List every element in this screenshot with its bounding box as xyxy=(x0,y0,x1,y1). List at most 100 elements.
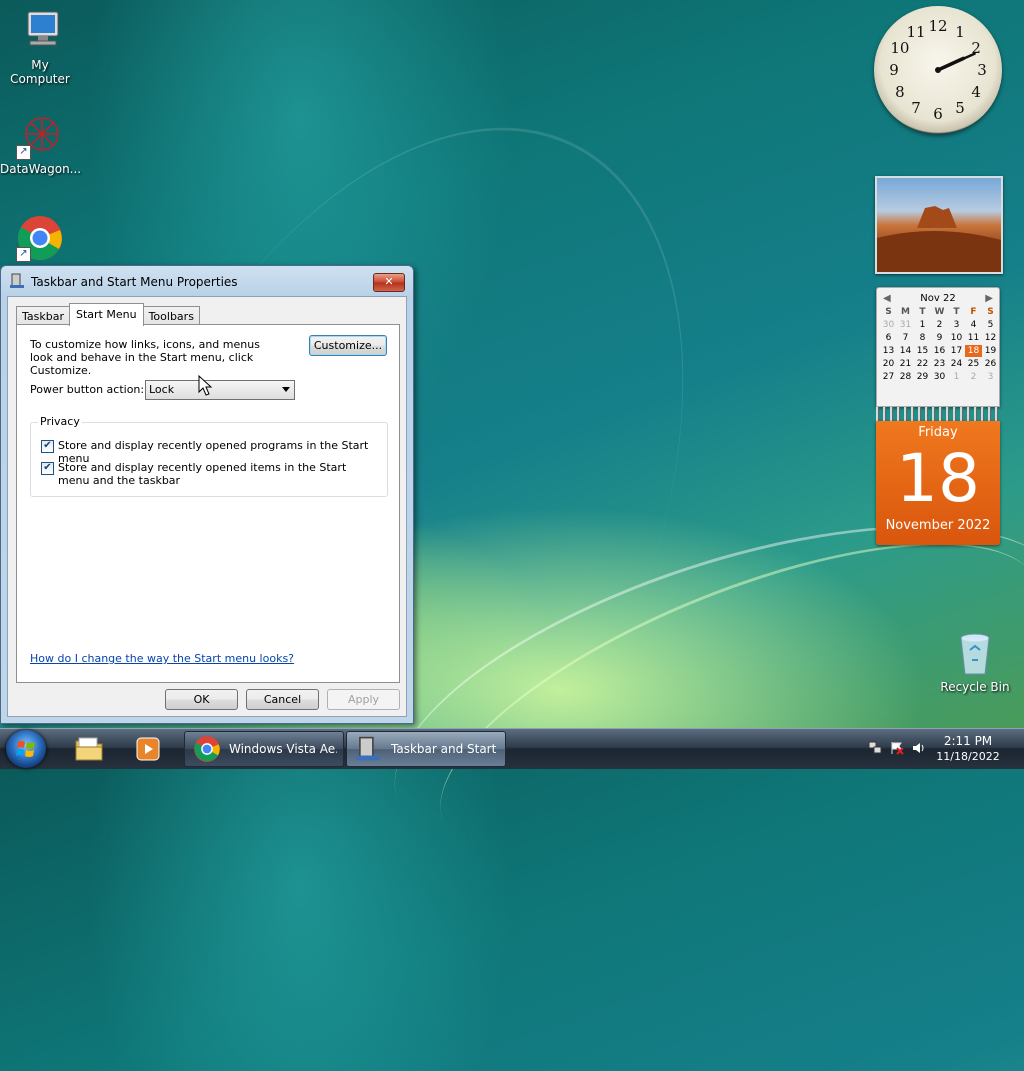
help-link[interactable]: How do I change the way the Start menu l… xyxy=(30,652,294,665)
apply-button[interactable]: Apply xyxy=(327,689,400,710)
calendar-day-cell[interactable]: 27 xyxy=(880,371,897,383)
explorer-quicklaunch-icon[interactable] xyxy=(75,736,103,762)
calendar-day-cell[interactable]: 1 xyxy=(914,319,931,331)
clock-number: 9 xyxy=(889,61,899,79)
mouse-cursor-icon xyxy=(198,375,212,396)
desktop-icon-label: DataWagon... xyxy=(0,162,82,176)
calendar-day-cell[interactable]: 15 xyxy=(914,345,931,357)
desktop-icon-chrome[interactable]: ↗ xyxy=(0,214,80,264)
calendar-dow: S xyxy=(885,307,892,317)
calendar-day-cell[interactable]: 24 xyxy=(948,358,965,370)
calendar-day-cell[interactable]: 8 xyxy=(914,332,931,344)
tab-strip: Taskbar Start Menu Toolbars xyxy=(16,303,200,326)
clock-number: 12 xyxy=(928,17,948,35)
flag-icon[interactable] xyxy=(890,741,904,755)
calendar-day-cell[interactable]: 4 xyxy=(965,319,982,331)
desktop-icon-recycle-bin[interactable]: Recycle Bin xyxy=(935,630,1015,694)
clock-number: 5 xyxy=(955,99,965,118)
calendar-day-cell[interactable]: 23 xyxy=(931,358,948,370)
calendar-day-cell[interactable]: 25 xyxy=(965,358,982,370)
calendar-day-cell[interactable]: 7 xyxy=(897,332,914,344)
taskbar-button-chrome[interactable]: Windows Vista Ae... xyxy=(184,731,344,767)
privacy-checkbox-items[interactable]: ✔ Store and display recently opened item… xyxy=(41,461,381,487)
dialog-titlebar[interactable]: Taskbar and Start Menu Properties ✕ xyxy=(1,266,413,296)
calendar-day-cell[interactable]: 18 xyxy=(965,345,982,357)
calendar-day-view: Friday 18 November 2022 xyxy=(876,421,1000,545)
clock-number: 11 xyxy=(906,22,926,41)
calendar-day-name: Friday xyxy=(918,425,958,440)
power-button-value: Lock xyxy=(149,383,175,396)
calendar-day-cell[interactable]: 21 xyxy=(897,358,914,370)
calendar-day-cell[interactable]: 9 xyxy=(931,332,948,344)
calendar-month-title: Nov 22 xyxy=(920,293,956,304)
calendar-prev-icon[interactable]: ◀ xyxy=(883,293,891,304)
volume-icon[interactable] xyxy=(912,741,926,755)
desktop-icon-datawagon[interactable]: ↗ DataWagon... xyxy=(0,112,82,176)
desktop-icon-my-computer[interactable]: My Computer xyxy=(0,8,80,86)
calendar-day-cell[interactable]: 31 xyxy=(897,319,914,331)
checkbox-checked-icon[interactable]: ✔ xyxy=(41,440,54,453)
calendar-dow: W xyxy=(934,307,945,317)
calendar-day-cell[interactable]: 26 xyxy=(982,358,999,370)
calendar-day-cell[interactable]: 5 xyxy=(982,319,999,331)
tray-time[interactable]: 2:11 PM xyxy=(933,734,1003,748)
calendar-day-cell[interactable]: 20 xyxy=(880,358,897,370)
checkbox-checked-icon[interactable]: ✔ xyxy=(41,462,54,475)
taskbar-button-label: Windows Vista Ae... xyxy=(229,742,337,756)
clock-number: 7 xyxy=(911,99,921,118)
calendar-day-cell[interactable]: 3 xyxy=(948,319,965,331)
calendar-day-cell[interactable]: 1 xyxy=(948,371,965,383)
clock-gadget[interactable]: 12 1 2 3 4 5 6 7 8 9 10 11 xyxy=(874,6,1002,134)
tray-date[interactable]: 11/18/2022 xyxy=(933,750,1003,763)
cancel-button[interactable]: Cancel xyxy=(246,689,319,710)
close-button[interactable]: ✕ xyxy=(373,273,405,292)
slideshow-gadget[interactable] xyxy=(875,176,1003,274)
calendar-day-cell[interactable]: 30 xyxy=(880,319,897,331)
ok-button[interactable]: OK xyxy=(165,689,238,710)
calendar-binding-rings xyxy=(876,407,1000,421)
calendar-day-cell[interactable]: 2 xyxy=(931,319,948,331)
network-icon[interactable] xyxy=(868,741,882,755)
chrome-icon: ↗ xyxy=(16,214,64,262)
calendar-day-cell[interactable]: 2 xyxy=(965,371,982,383)
tab-toolbars[interactable]: Toolbars xyxy=(142,306,200,326)
calendar-day-cell[interactable]: 16 xyxy=(931,345,948,357)
tab-start-menu[interactable]: Start Menu xyxy=(69,303,144,326)
calendar-day-cell[interactable]: 22 xyxy=(914,358,931,370)
calendar-day-cell[interactable]: 14 xyxy=(897,345,914,357)
calendar-day-cell[interactable]: 10 xyxy=(948,332,965,344)
calendar-day-cell[interactable]: 12 xyxy=(982,332,999,344)
start-button[interactable] xyxy=(6,730,46,768)
recycle-bin-icon xyxy=(951,630,999,678)
calendar-day-cell[interactable]: 13 xyxy=(880,345,897,357)
privacy-group: Privacy ✔ Store and display recently ope… xyxy=(30,415,388,497)
calendar-day-cell[interactable]: 30 xyxy=(931,371,948,383)
power-button-select[interactable]: Lock xyxy=(145,380,295,400)
privacy-checkbox-label: Store and display recently opened items … xyxy=(58,461,347,487)
calendar-day-cell[interactable]: 17 xyxy=(948,345,965,357)
taskbar-button-label: Taskbar and Start ... xyxy=(391,742,499,756)
calendar-day-cell[interactable]: 3 xyxy=(982,371,999,383)
clock-number: 8 xyxy=(895,83,905,101)
calendar-gadget[interactable]: ◀ Nov 22 ▶ S M T W T F S 30 31 1 2 3 4 5 6 7 8 9 10 11 12 13 1… xyxy=(876,287,1000,545)
clock-number: 3 xyxy=(977,61,987,79)
desert-photo xyxy=(877,206,1001,272)
media-player-quicklaunch-icon[interactable] xyxy=(135,736,161,762)
calendar-next-icon[interactable]: ▶ xyxy=(985,293,993,304)
taskbar-button-properties[interactable]: Taskbar and Start ... xyxy=(346,731,506,767)
dialog-client-area: Taskbar Start Menu Toolbars To customize… xyxy=(7,296,407,717)
calendar-day-cell[interactable]: 11 xyxy=(965,332,982,344)
calendar-dow: F xyxy=(970,307,977,317)
taskbar-properties-dialog: Taskbar and Start Menu Properties ✕ Task… xyxy=(0,265,414,724)
close-icon: ✕ xyxy=(384,275,394,288)
calendar-day-cell[interactable]: 28 xyxy=(897,371,914,383)
calendar-day-cell[interactable]: 19 xyxy=(982,345,999,357)
desktop-icon-label: Recycle Bin xyxy=(940,680,1010,694)
tab-taskbar[interactable]: Taskbar xyxy=(16,306,70,326)
privacy-title: Privacy xyxy=(38,415,82,428)
calendar-day-cell[interactable]: 29 xyxy=(914,371,931,383)
dialog-title: Taskbar and Start Menu Properties xyxy=(31,275,238,289)
clock-center-pin xyxy=(935,67,941,73)
calendar-day-cell[interactable]: 6 xyxy=(880,332,897,344)
customize-button[interactable]: Customize... xyxy=(309,335,387,356)
